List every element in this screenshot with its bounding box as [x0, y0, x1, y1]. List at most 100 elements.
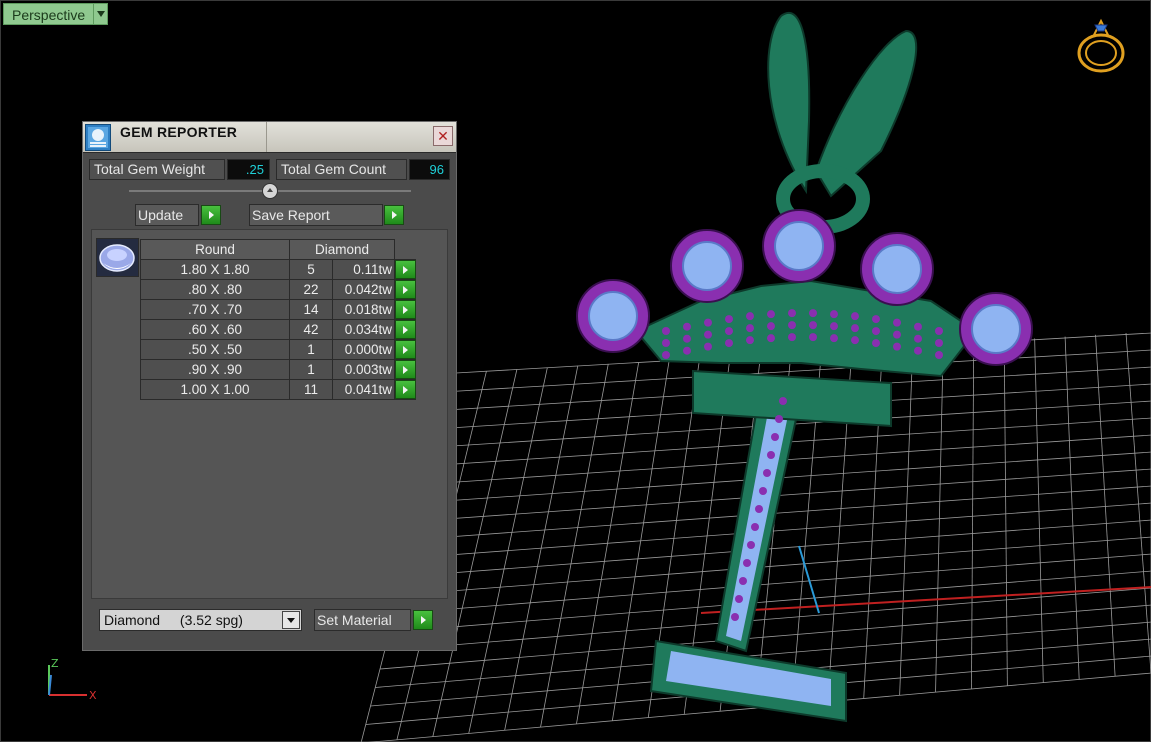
pave-gem: [851, 324, 859, 333]
gem-size-cell: .60 X .60: [140, 319, 290, 340]
row-go-cell: [394, 259, 416, 280]
row-select-button[interactable]: [395, 260, 416, 279]
gem-reporter-panel[interactable]: GEM REPORTER ✕ Total Gem Weight .25 Tota…: [82, 121, 457, 651]
set-material-go-button[interactable]: [413, 610, 433, 630]
gem-table: Round Diamond 1.80 X 1.80 5 0.11tw .80 X .8…: [140, 239, 416, 400]
pave-gem: [725, 315, 733, 324]
pave-gem: [914, 346, 922, 355]
row-select-button[interactable]: [395, 300, 416, 319]
material-select[interactable]: Diamond (3.52 spg): [99, 609, 302, 631]
material-name: Diamond: [104, 612, 161, 628]
pave-gem: [767, 310, 775, 319]
pave-gem: [830, 322, 838, 331]
pave-gem: [751, 523, 759, 531]
pave-gem: [725, 339, 733, 348]
bail-left: [767, 11, 811, 195]
table-row[interactable]: .80 X .80 22 0.042tw: [140, 279, 416, 300]
pave-gem: [746, 336, 754, 345]
gem-list-area[interactable]: Round Diamond 1.80 X 1.80 5 0.11tw .80 X .8…: [91, 229, 448, 599]
pave-gem: [704, 318, 712, 327]
table-row[interactable]: .50 X .50 1 0.000tw: [140, 339, 416, 360]
row-select-button[interactable]: [395, 380, 416, 399]
pave-gem: [893, 318, 901, 327]
pave-gem: [683, 346, 691, 355]
pave-gem: [809, 333, 817, 342]
grid-line: [403, 519, 1151, 577]
pave-gem: [725, 327, 733, 336]
pave-gem: [771, 433, 779, 441]
slider-handle[interactable]: [262, 183, 278, 199]
row-select-button[interactable]: [395, 360, 416, 379]
pave-gem: [662, 327, 670, 335]
grid-line: [389, 570, 1151, 633]
gem-count-cell: 1: [289, 339, 333, 360]
title-bar[interactable]: GEM REPORTER ✕: [83, 122, 456, 153]
table-row[interactable]: 1.80 X 1.80 5 0.11tw: [140, 259, 416, 280]
shape-header: Round: [140, 239, 290, 260]
table-row[interactable]: .70 X .70 14 0.018tw: [140, 299, 416, 320]
pave-gem: [779, 397, 787, 405]
pave-gem: [767, 334, 775, 343]
pave-gem: [851, 336, 859, 345]
view-name-label[interactable]: Perspective: [3, 3, 95, 25]
gem-count-cell: 5: [289, 259, 333, 280]
pave-gem: [662, 351, 670, 359]
set-material-button[interactable]: Set Material: [314, 609, 411, 631]
row-go-cell: [394, 359, 416, 380]
x-axis-red-line: [700, 586, 1151, 614]
pave-gem: [872, 327, 880, 336]
gem-weight-cell: 0.042tw: [332, 279, 395, 300]
pave-gem: [788, 333, 796, 342]
letter-top-bar: [692, 369, 892, 428]
table-row[interactable]: .90 X .90 1 0.003tw: [140, 359, 416, 380]
pave-gem: [935, 351, 943, 359]
view-dropdown-button[interactable]: [94, 3, 109, 25]
save-report-button[interactable]: Save Report: [249, 204, 383, 226]
bezel-gem: [971, 304, 1021, 354]
gem-size-cell: .80 X .80: [140, 279, 290, 300]
gem-size-cell: 1.00 X 1.00: [140, 379, 290, 400]
pave-gem: [747, 541, 755, 549]
gem-weight-cell: 0.034tw: [332, 319, 395, 340]
bezel-gem: [774, 221, 824, 271]
round-gem-icon[interactable]: [96, 238, 139, 277]
bezel-gem: [872, 244, 922, 294]
gem-count-cell: 11: [289, 379, 333, 400]
pave-gem: [872, 315, 880, 324]
save-report-go-button[interactable]: [384, 205, 404, 225]
material-density: (3.52 spg): [179, 612, 243, 628]
gem-weight-cell: 0.000tw: [332, 339, 395, 360]
table-row[interactable]: .60 X .60 42 0.034tw: [140, 319, 416, 340]
table-header-row: Round Diamond: [140, 239, 416, 260]
row-select-button[interactable]: [395, 280, 416, 299]
grid-line: [384, 587, 1151, 651]
pave-gem: [746, 312, 754, 321]
pave-gem: [788, 309, 796, 318]
row-select-button[interactable]: [395, 320, 416, 339]
pave-gem: [914, 322, 922, 331]
title-divider: [266, 122, 267, 152]
row-select-button[interactable]: [395, 340, 416, 359]
chevron-down-icon: [96, 11, 105, 17]
pave-gem: [830, 310, 838, 319]
view-selector[interactable]: Perspective: [3, 3, 109, 25]
table-row[interactable]: 1.00 X 1.00 11 0.041tw: [140, 379, 416, 400]
pave-gem: [809, 309, 817, 318]
pave-gem: [759, 487, 767, 495]
update-go-button[interactable]: [201, 205, 221, 225]
ring-icon[interactable]: [1073, 15, 1129, 75]
gem-weight-cell: 0.003tw: [332, 359, 395, 380]
grid-line: [413, 485, 1151, 540]
gem-count-cell: 42: [289, 319, 333, 340]
close-button[interactable]: ✕: [433, 126, 453, 146]
row-go-cell: [394, 379, 416, 400]
pave-gem: [851, 312, 859, 321]
gem-size-cell: .70 X .70: [140, 299, 290, 320]
row-go-cell: [394, 319, 416, 340]
ring-wireframe-icon: [1077, 18, 1125, 73]
pave-gem: [830, 334, 838, 343]
chevron-down-icon[interactable]: [282, 611, 300, 629]
update-button[interactable]: Update: [135, 204, 199, 226]
pave-gem: [743, 559, 751, 567]
gem-size-cell: .50 X .50: [140, 339, 290, 360]
